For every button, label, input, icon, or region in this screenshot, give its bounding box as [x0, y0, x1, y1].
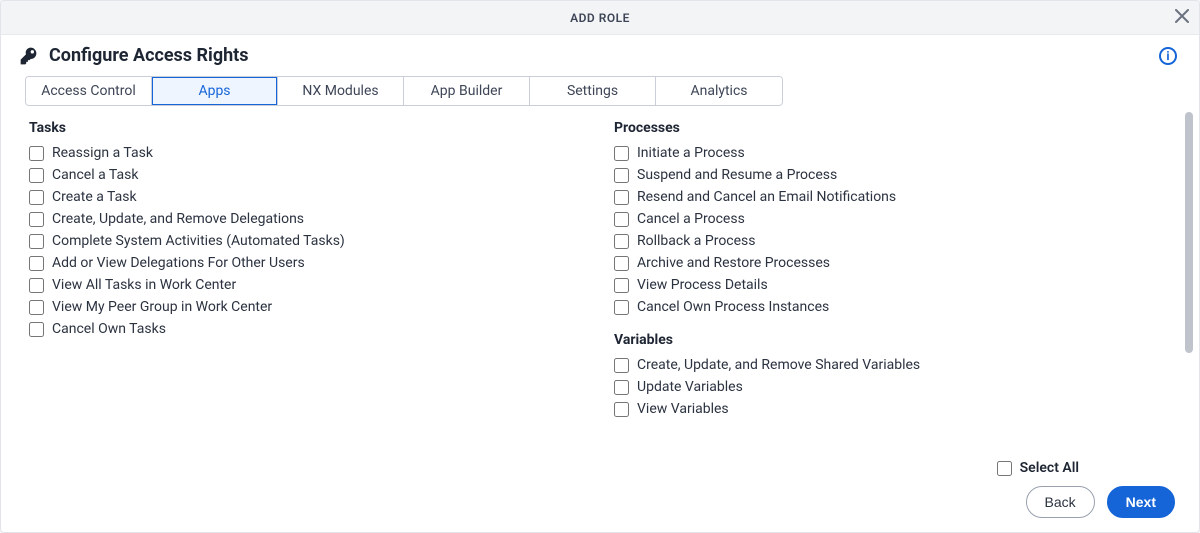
- list-item: Create, Update, and Remove Delegations: [29, 208, 574, 230]
- add-role-modal: ADD ROLE Configure Access Rights i Acces…: [0, 0, 1200, 533]
- checkbox-label[interactable]: Complete System Activities (Automated Ta…: [52, 233, 345, 249]
- tab-bar: Access Control Apps NX Modules App Build…: [25, 76, 783, 106]
- modal-titlebar: ADD ROLE: [1, 1, 1199, 35]
- list-item: Initiate a Process: [614, 142, 1159, 164]
- checkbox-cancel-a-task[interactable]: [29, 168, 44, 183]
- checkbox-label[interactable]: Create a Task: [52, 189, 137, 205]
- list-item: Cancel a Task: [29, 164, 574, 186]
- list-item: Cancel Own Process Instances: [614, 296, 1159, 318]
- checkbox-crud-shared-variables[interactable]: [614, 358, 629, 373]
- tab-app-builder[interactable]: App Builder: [404, 77, 530, 105]
- checkbox-create-a-task[interactable]: [29, 190, 44, 205]
- checkbox-label[interactable]: Create, Update, and Remove Shared Variab…: [637, 357, 920, 373]
- tab-analytics[interactable]: Analytics: [656, 77, 782, 105]
- checkbox-add-view-delegations-other-users[interactable]: [29, 256, 44, 271]
- content-area: Tasks Reassign a Task Cancel a Task Crea…: [1, 106, 1199, 453]
- back-button[interactable]: Back: [1026, 486, 1095, 518]
- checkbox-label[interactable]: View All Tasks in Work Center: [52, 277, 236, 293]
- checkbox-label[interactable]: View My Peer Group in Work Center: [52, 299, 272, 315]
- list-item: Rollback a Process: [614, 230, 1159, 252]
- group-title-processes: Processes: [614, 120, 1159, 136]
- list-item: View Process Details: [614, 274, 1159, 296]
- tab-nx-modules[interactable]: NX Modules: [278, 77, 404, 105]
- scrollbar-thumb[interactable]: [1185, 112, 1193, 353]
- list-item: Create a Task: [29, 186, 574, 208]
- tab-access-control[interactable]: Access Control: [26, 77, 152, 105]
- checkbox-label[interactable]: Suspend and Resume a Process: [637, 167, 837, 183]
- col-tasks: Tasks Reassign a Task Cancel a Task Crea…: [29, 114, 574, 445]
- list-item: View My Peer Group in Work Center: [29, 296, 574, 318]
- checkbox-label[interactable]: View Variables: [637, 401, 729, 417]
- checkbox-archive-restore-processes[interactable]: [614, 256, 629, 271]
- list-item: Reassign a Task: [29, 142, 574, 164]
- key-icon: [19, 46, 39, 66]
- scrollbar[interactable]: [1185, 112, 1193, 447]
- list-item: View Variables: [614, 398, 1159, 420]
- checkbox-select-all[interactable]: [997, 461, 1012, 476]
- checkbox-label[interactable]: Rollback a Process: [637, 233, 756, 249]
- tab-settings[interactable]: Settings: [530, 77, 656, 105]
- checkbox-label[interactable]: View Process Details: [637, 277, 768, 293]
- checkbox-initiate-a-process[interactable]: [614, 146, 629, 161]
- list-item: Complete System Activities (Automated Ta…: [29, 230, 574, 252]
- section-title: Configure Access Rights: [49, 45, 249, 66]
- group-title-tasks: Tasks: [29, 120, 574, 136]
- checkbox-complete-system-activities[interactable]: [29, 234, 44, 249]
- info-icon[interactable]: i: [1159, 47, 1177, 65]
- group-title-variables: Variables: [614, 332, 1159, 348]
- checkbox-label[interactable]: Update Variables: [637, 379, 743, 395]
- checkbox-view-process-details[interactable]: [614, 278, 629, 293]
- list-item: Resend and Cancel an Email Notifications: [614, 186, 1159, 208]
- list-item: Add or View Delegations For Other Users: [29, 252, 574, 274]
- list-item: Cancel a Process: [614, 208, 1159, 230]
- checkbox-reassign-a-task[interactable]: [29, 146, 44, 161]
- checkbox-label[interactable]: Resend and Cancel an Email Notifications: [637, 189, 896, 205]
- checkbox-resend-cancel-email-notifications[interactable]: [614, 190, 629, 205]
- checkbox-label[interactable]: Initiate a Process: [637, 145, 745, 161]
- checkbox-delegations[interactable]: [29, 212, 44, 227]
- section-header: Configure Access Rights i: [1, 35, 1199, 72]
- list-item: Cancel Own Tasks: [29, 318, 574, 340]
- checkbox-label[interactable]: Cancel Own Process Instances: [637, 299, 829, 315]
- modal-title: ADD ROLE: [570, 11, 630, 25]
- checkbox-cancel-own-process-instances[interactable]: [614, 300, 629, 315]
- footer-block: Select All Back Next: [25, 460, 1175, 518]
- checkbox-suspend-resume-process[interactable]: [614, 168, 629, 183]
- checkbox-label[interactable]: Create, Update, and Remove Delegations: [52, 211, 304, 227]
- checkbox-cancel-own-tasks[interactable]: [29, 322, 44, 337]
- list-item: View All Tasks in Work Center: [29, 274, 574, 296]
- select-all-row: Select All: [997, 460, 1079, 476]
- tab-apps[interactable]: Apps: [152, 77, 278, 105]
- list-item: Update Variables: [614, 376, 1159, 398]
- content-scroll: Tasks Reassign a Task Cancel a Task Crea…: [1, 106, 1199, 453]
- modal-footer: Select All Back Next: [1, 453, 1199, 532]
- checkbox-label[interactable]: Reassign a Task: [52, 145, 153, 161]
- checkbox-rollback-a-process[interactable]: [614, 234, 629, 249]
- checkbox-label[interactable]: Archive and Restore Processes: [637, 255, 830, 271]
- list-item: Create, Update, and Remove Shared Variab…: [614, 354, 1159, 376]
- checkbox-view-peer-group-work-center[interactable]: [29, 300, 44, 315]
- checkbox-label[interactable]: Cancel a Task: [52, 167, 138, 183]
- checkbox-view-all-tasks-work-center[interactable]: [29, 278, 44, 293]
- list-item: Archive and Restore Processes: [614, 252, 1159, 274]
- next-button[interactable]: Next: [1107, 486, 1175, 518]
- checkbox-label[interactable]: Add or View Delegations For Other Users: [52, 255, 305, 271]
- footer-buttons: Back Next: [25, 486, 1175, 518]
- checkbox-label[interactable]: Cancel Own Tasks: [52, 321, 166, 337]
- select-all-label[interactable]: Select All: [1020, 460, 1079, 476]
- checkbox-update-variables[interactable]: [614, 380, 629, 395]
- checkbox-view-variables[interactable]: [614, 402, 629, 417]
- close-icon[interactable]: [1175, 9, 1189, 27]
- checkbox-label[interactable]: Cancel a Process: [637, 211, 745, 227]
- list-item: Suspend and Resume a Process: [614, 164, 1159, 186]
- col-processes-variables: Processes Initiate a Process Suspend and…: [614, 114, 1159, 445]
- checkbox-cancel-a-process[interactable]: [614, 212, 629, 227]
